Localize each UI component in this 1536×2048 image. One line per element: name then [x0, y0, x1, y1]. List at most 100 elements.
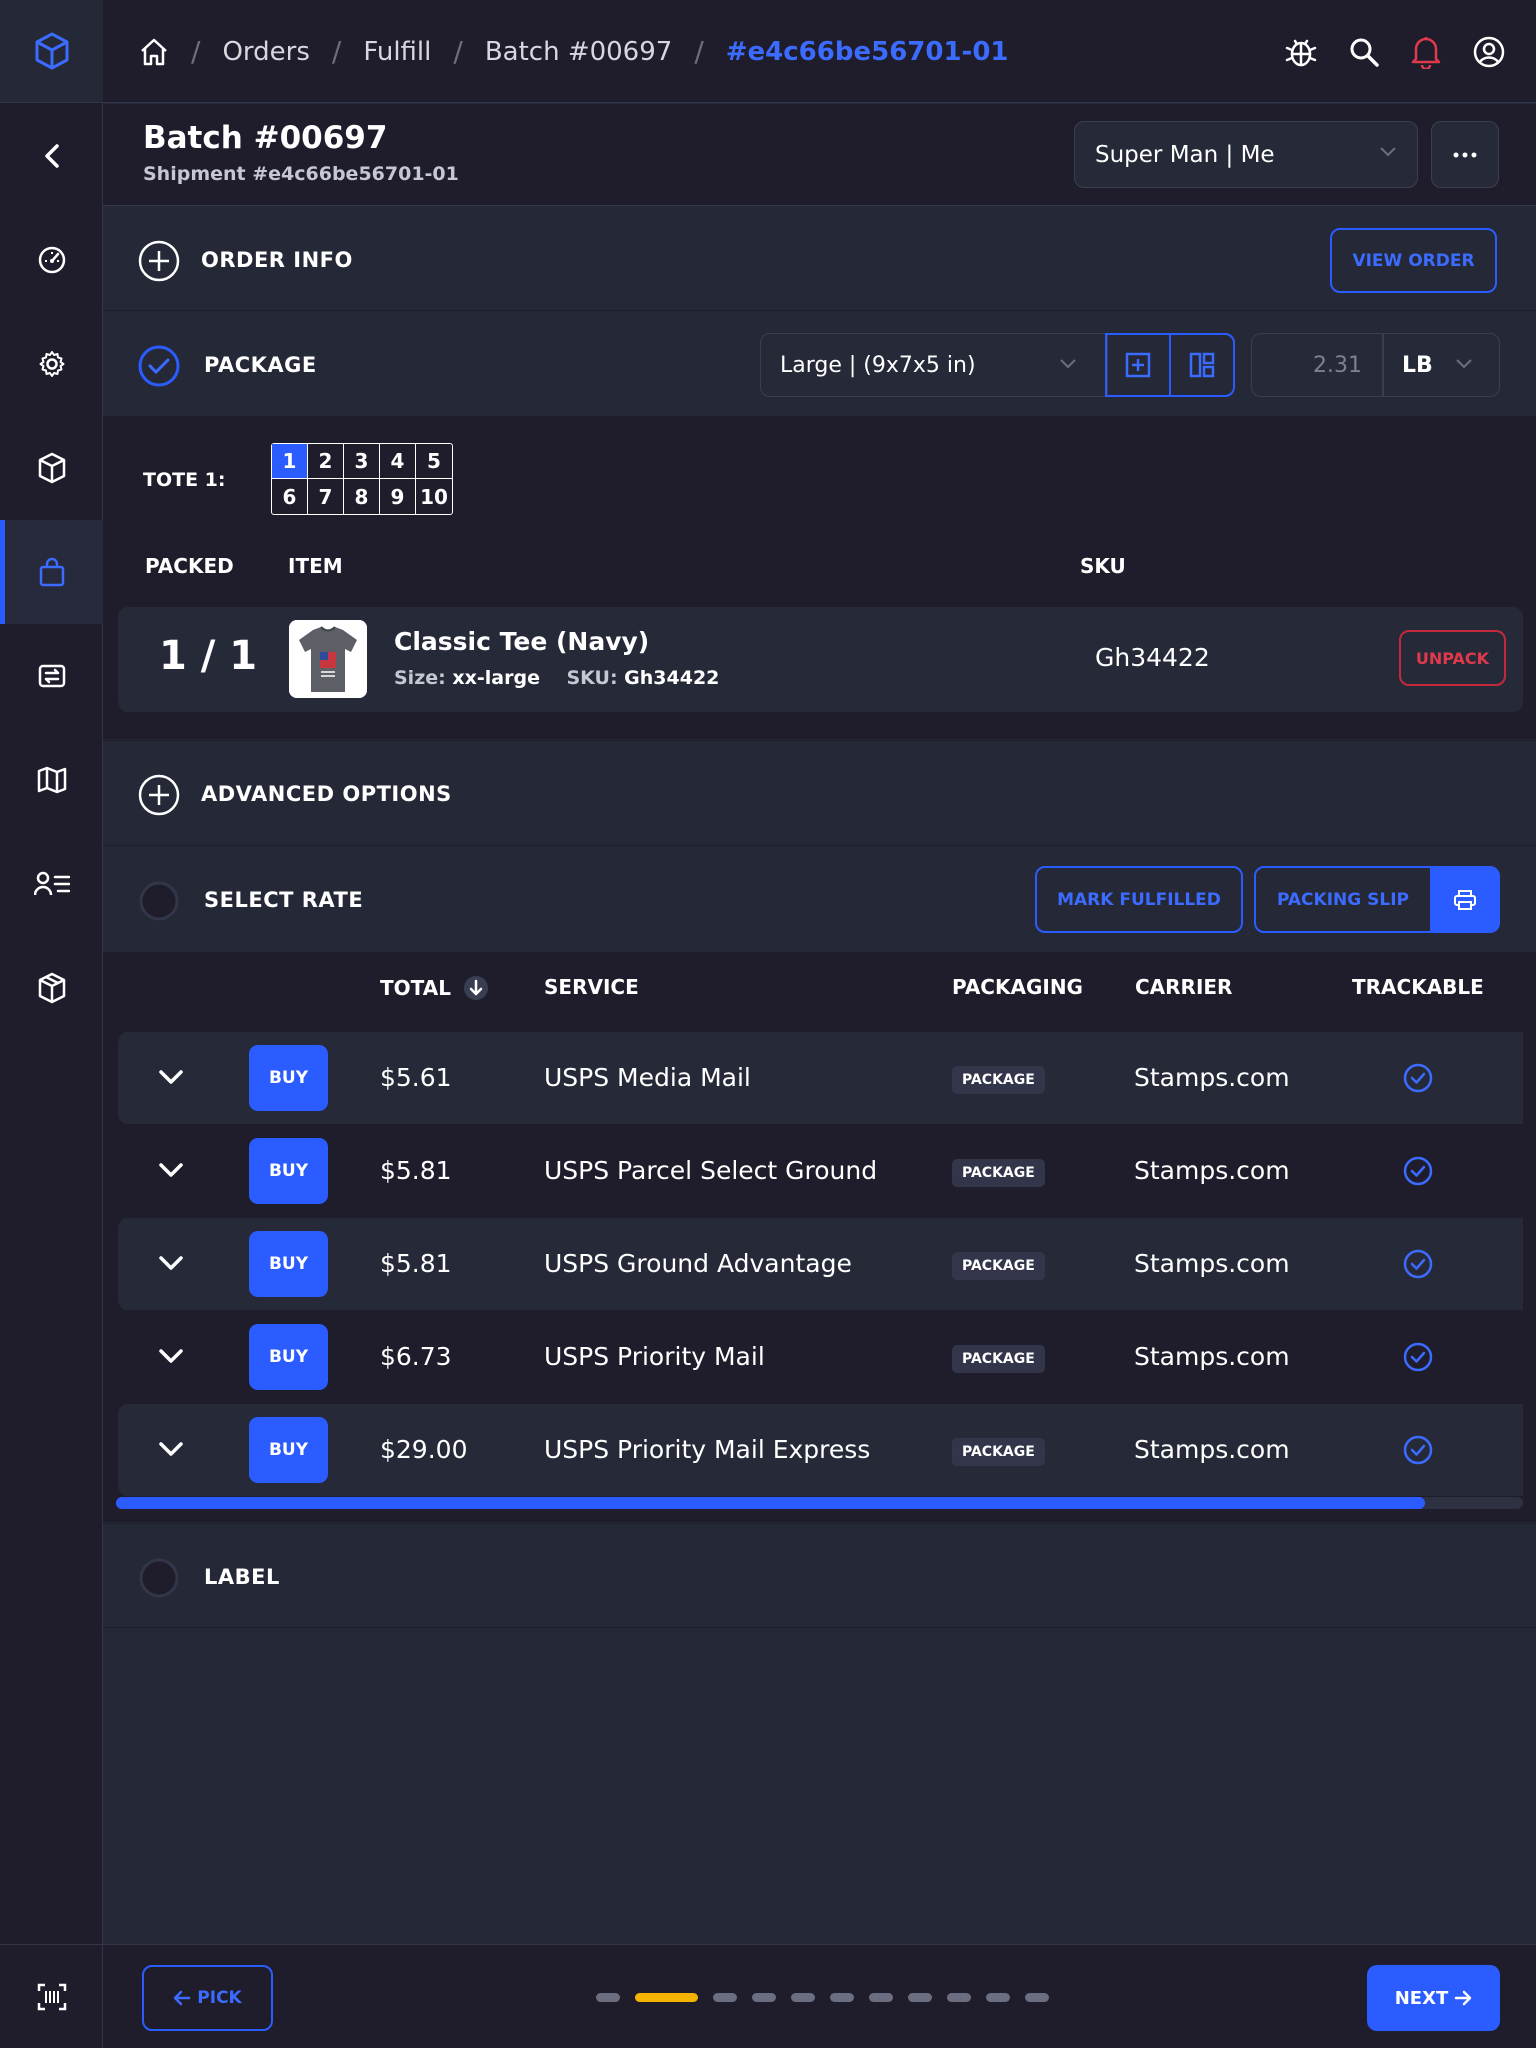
map-icon [37, 766, 66, 794]
col-header-total-label: TOTAL [380, 976, 451, 1000]
plus-square-icon [1125, 352, 1151, 378]
page-title: Batch #00697 [143, 120, 388, 156]
step-dot[interactable] [791, 1993, 815, 2002]
step-dot[interactable] [986, 1993, 1010, 2002]
sidebar-item-map[interactable] [0, 728, 103, 832]
col-header-total[interactable]: TOTAL [380, 975, 489, 1001]
breadcrumb-fulfill[interactable]: Fulfill [363, 37, 431, 67]
tote-cell[interactable]: 5 [416, 444, 452, 479]
sidebar-item-settings[interactable] [0, 312, 103, 416]
search-button[interactable] [1348, 36, 1380, 68]
user-circle-icon [1473, 36, 1505, 67]
app-logo[interactable] [0, 0, 103, 103]
empty-circle-icon [139, 1558, 179, 1598]
mark-fulfilled-button[interactable]: MARK FULFILLED [1035, 866, 1243, 933]
weight-unit-select[interactable]: LB [1383, 333, 1500, 397]
printer-icon [1454, 889, 1476, 910]
tote-cell[interactable]: 10 [416, 479, 452, 514]
chevron-down-icon[interactable] [158, 1440, 184, 1458]
tote-grid: 1 2 3 4 5 6 7 8 9 10 [271, 443, 453, 515]
package-size-value: Large | (9x7x5 in) [780, 352, 976, 378]
home-link[interactable] [139, 37, 169, 67]
buy-button[interactable]: BUY [249, 1045, 328, 1111]
buy-button[interactable]: BUY [249, 1417, 328, 1483]
package-size-select[interactable]: Large | (9x7x5 in) [760, 333, 1108, 397]
horizontal-scrollbar[interactable] [116, 1497, 1523, 1509]
sidebar-collapse-button[interactable] [0, 104, 103, 208]
packing-slip-button[interactable]: PACKING SLIP [1254, 866, 1432, 933]
trackable-check-icon [1403, 1435, 1433, 1465]
sidebar-item-packages[interactable] [0, 936, 103, 1040]
top-icons [1284, 0, 1506, 103]
item-sku: Gh34422 [1095, 643, 1210, 672]
bug-icon [1285, 39, 1317, 66]
rate-carrier: Stamps.com [1134, 1063, 1290, 1092]
chevron-down-icon[interactable] [158, 1347, 184, 1365]
account-button[interactable] [1472, 35, 1506, 69]
step-dot[interactable] [869, 1993, 893, 2002]
breadcrumb-separator: / [191, 35, 201, 68]
tote-cell[interactable]: 6 [272, 479, 308, 514]
step-dot[interactable] [596, 1993, 620, 2002]
unpack-button[interactable]: UNPACK [1399, 630, 1506, 686]
breadcrumb-current: #e4c66be56701-01 [725, 36, 1009, 67]
breadcrumb-batch[interactable]: Batch #00697 [485, 37, 673, 67]
col-header-sku: SKU [1080, 554, 1126, 578]
weight-input[interactable]: 2.31 [1251, 333, 1383, 397]
gear-icon [39, 351, 64, 377]
tote-cell[interactable]: 8 [344, 479, 380, 514]
select-rate-section: SELECT RATE MARK FULFILLED PACKING SLIP [103, 847, 1536, 952]
tote-cell[interactable]: 4 [380, 444, 416, 479]
step-dot[interactable] [713, 1993, 737, 2002]
tote-cell[interactable]: 7 [308, 479, 344, 514]
sidebar-scan-button[interactable] [0, 1944, 103, 2048]
check-circle-icon [138, 345, 180, 387]
step-dot[interactable] [1025, 1993, 1049, 2002]
sidebar-item-transfers[interactable] [0, 624, 103, 728]
item-size-value: xx-large [452, 667, 540, 689]
expand-advanced-button[interactable] [138, 774, 180, 816]
add-package-button[interactable] [1105, 333, 1171, 397]
item-size-label: Size: [394, 667, 446, 689]
pick-button[interactable]: PICK [142, 1965, 273, 2031]
step-dot[interactable] [752, 1993, 776, 2002]
scrollbar-thumb[interactable] [116, 1497, 1425, 1509]
tote-cell[interactable]: 9 [380, 479, 416, 514]
rate-service: USPS Ground Advantage [544, 1249, 852, 1278]
breadcrumb-orders[interactable]: Orders [222, 37, 309, 67]
sidebar-item-fulfill[interactable] [0, 520, 103, 624]
sidebar-item-inventory[interactable] [0, 416, 103, 520]
tote-cell[interactable]: 1 [272, 444, 308, 479]
expand-order-info-button[interactable] [138, 240, 180, 282]
buy-button[interactable]: BUY [249, 1138, 328, 1204]
step-dot[interactable] [947, 1993, 971, 2002]
label-section: LABEL [103, 1523, 1536, 1628]
next-button[interactable]: NEXT [1367, 1965, 1500, 2031]
bug-report-button[interactable] [1284, 35, 1318, 69]
view-order-button[interactable]: VIEW ORDER [1330, 228, 1497, 293]
more-options-button[interactable] [1431, 121, 1499, 188]
tote-cell[interactable]: 2 [308, 444, 344, 479]
buy-button[interactable]: BUY [249, 1231, 328, 1297]
sidebar-item-customers[interactable] [0, 832, 103, 936]
order-info-title: ORDER INFO [201, 248, 353, 272]
chevron-down-icon[interactable] [158, 1068, 184, 1086]
step-dot[interactable] [830, 1993, 854, 2002]
tshirt-image [289, 620, 367, 698]
package-section: PACKAGE Large | (9x7x5 in) 2.31 LB [103, 312, 1536, 416]
step-dot[interactable] [908, 1993, 932, 2002]
rate-service: USPS Parcel Select Ground [544, 1156, 878, 1185]
user-select[interactable]: Super Man | Me [1074, 121, 1418, 188]
chevron-down-icon[interactable] [158, 1254, 184, 1272]
tote-cell[interactable]: 3 [344, 444, 380, 479]
buy-button[interactable]: BUY [249, 1324, 328, 1390]
package-layout-button[interactable] [1169, 333, 1235, 397]
step-dot-active[interactable] [635, 1993, 698, 2002]
notifications-button[interactable] [1410, 35, 1442, 69]
sidebar-item-dashboard[interactable] [0, 208, 103, 312]
packed-count: 1 / 1 [159, 633, 258, 679]
rate-total: $6.73 [380, 1342, 452, 1371]
print-button[interactable] [1430, 866, 1500, 933]
rates-table: TOTAL SERVICE PACKAGING CARRIER TRACKABL… [103, 952, 1536, 1522]
chevron-down-icon[interactable] [158, 1161, 184, 1179]
